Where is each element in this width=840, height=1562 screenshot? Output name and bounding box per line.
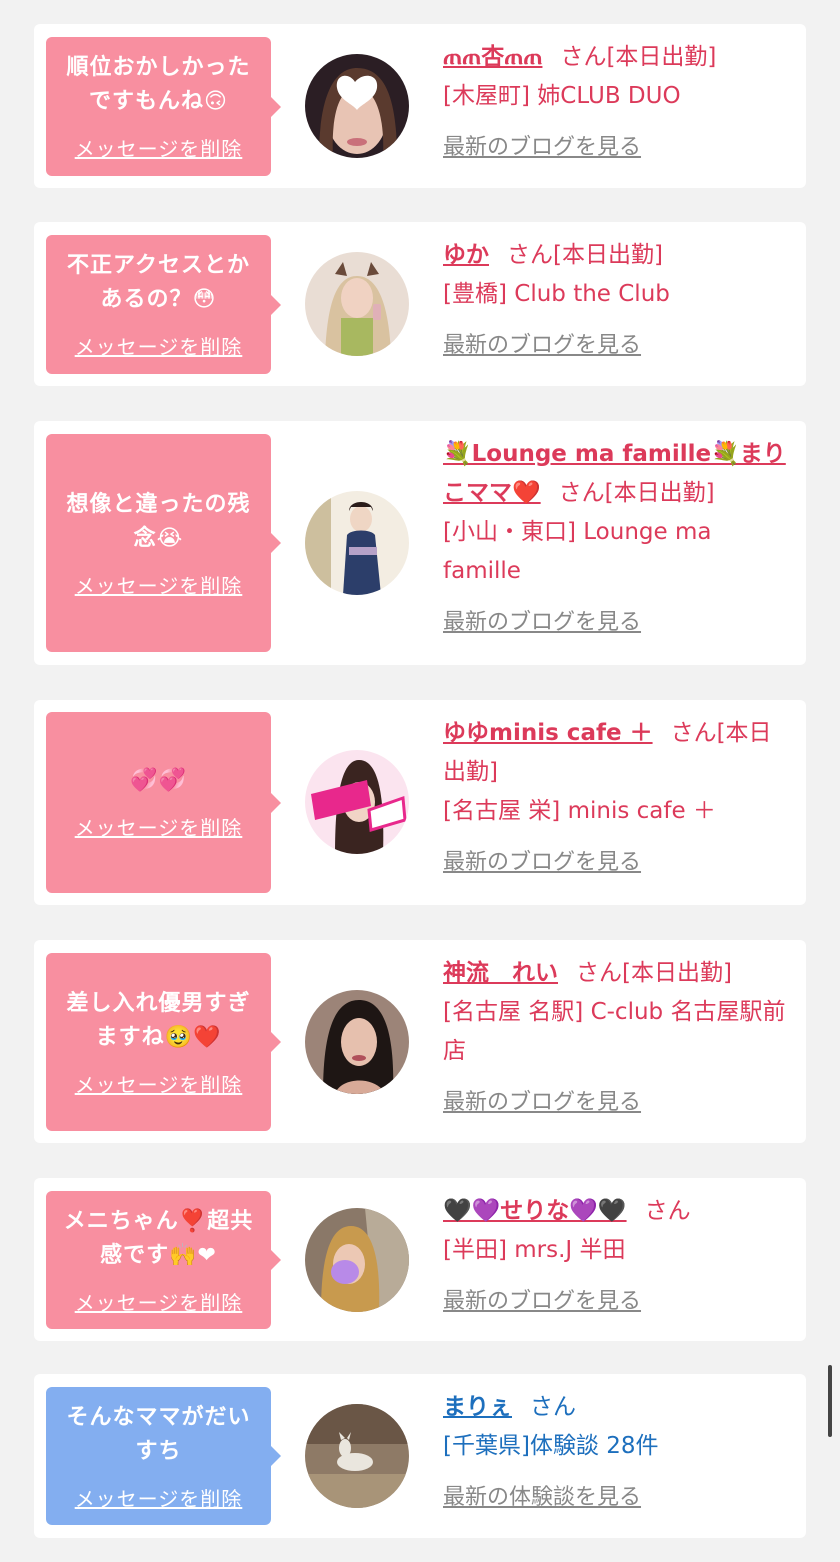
- message-card: メニちゃん❣️超共 感です🙌❤ メッセージを削除 🖤💜せりな💜🖤 さん [半田] …: [34, 1178, 806, 1341]
- delete-message-link[interactable]: メッセージを削除: [75, 1287, 243, 1316]
- message-card: 差し入れ優男すぎ ますね🥹❤️ メッセージを削除 神流 れい さん[本日出勤] […: [34, 940, 806, 1143]
- cast-status: さん[本日出勤]: [576, 960, 732, 986]
- cast-info: ጠጠ杏ጠጠ さん[本日出勤] [木屋町] 姉CLUB DUO 最新のブログを見る: [443, 38, 788, 167]
- message-text: 差し入れ優男すぎ ますね🥹❤️: [66, 990, 251, 1050]
- delete-message-link[interactable]: メッセージを削除: [75, 331, 243, 360]
- message-text: そんなママがだい すち: [66, 1404, 251, 1464]
- cast-info: 🖤💜せりな💜🖤 さん [半田] mrs.J 半田 最新のブログを見る: [443, 1192, 788, 1321]
- reviewer-name-link[interactable]: まりぇ: [443, 1394, 512, 1420]
- avatar[interactable]: [305, 1208, 409, 1312]
- latest-review-link[interactable]: 最新の体験談を見る: [443, 1478, 641, 1517]
- cast-info: まりぇ さん [千葉県]体験談 28件 最新の体験談を見る: [443, 1388, 788, 1517]
- cast-name-link[interactable]: ゆゆminis cafe ＋: [443, 720, 653, 746]
- shop-name: [半田] mrs.J 半田: [443, 1237, 626, 1263]
- cast-name-link[interactable]: ゆか: [443, 242, 489, 268]
- latest-blog-link[interactable]: 最新のブログを見る: [443, 1282, 641, 1321]
- avatar[interactable]: [305, 54, 409, 158]
- message-text: 不正アクセスとか あるの？😳: [67, 253, 250, 312]
- latest-blog-link[interactable]: 最新のブログを見る: [443, 326, 641, 365]
- avatar[interactable]: [305, 491, 409, 595]
- message-bubble: そんなママがだい すち メッセージを削除: [46, 1387, 281, 1525]
- avatar[interactable]: [305, 252, 409, 356]
- delete-message-link[interactable]: メッセージを削除: [75, 133, 243, 162]
- cast-info: 神流 れい さん[本日出勤] [名古屋 名駅] C-club 名古屋駅前店 最新の…: [443, 954, 788, 1122]
- message-text: 💞💞: [130, 768, 187, 793]
- cast-info: ゆゆminis cafe ＋さん[本日出勤] [名古屋 栄] minis caf…: [443, 714, 788, 882]
- latest-blog-link[interactable]: 最新のブログを見る: [443, 1083, 641, 1122]
- delete-message-link[interactable]: メッセージを削除: [75, 570, 243, 599]
- avatar[interactable]: [305, 1404, 409, 1508]
- message-card: 想像と違ったの残 念😭 メッセージを削除 💐Lounge ma famille💐…: [34, 421, 806, 665]
- message-bubble: 💞💞 メッセージを削除: [46, 712, 281, 893]
- cast-status: さん[本日出勤]: [558, 480, 715, 506]
- cast-info: ゆか さん[本日出勤] [豊橋] Club the Club 最新のブログを見る: [443, 236, 788, 365]
- cast-name-link[interactable]: 🖤💜せりな💜🖤: [443, 1198, 627, 1224]
- shop-name: [名古屋 栄] minis cafe ＋: [443, 798, 716, 824]
- message-text: 想像と違ったの残 念😭: [66, 491, 251, 551]
- avatar[interactable]: [305, 990, 409, 1094]
- message-card: そんなママがだい すち メッセージを削除 まりぇ さん [千葉県]体験談 28件 …: [34, 1374, 806, 1538]
- delete-message-link[interactable]: メッセージを削除: [75, 1069, 243, 1098]
- message-bubble: 差し入れ優男すぎ ますね🥹❤️ メッセージを削除: [46, 953, 281, 1131]
- reviewer-suffix: さん: [530, 1394, 576, 1420]
- cast-name-link[interactable]: 神流 れい: [443, 960, 558, 986]
- scrollbar[interactable]: [828, 1365, 832, 1437]
- message-bubble: 想像と違ったの残 念😭 メッセージを削除: [46, 434, 281, 652]
- shop-name: [名古屋 名駅] C-club 名古屋駅前店: [443, 999, 786, 1064]
- message-text: 順位おかしかった ですもんね🙃: [66, 55, 251, 114]
- latest-blog-link[interactable]: 最新のブログを見る: [443, 843, 641, 882]
- message-text: メニちゃん❣️超共 感です🙌❤: [63, 1208, 254, 1268]
- cast-status: さん[本日出勤]: [560, 44, 717, 70]
- avatar[interactable]: [305, 750, 409, 854]
- shop-name: [小山・東口] Lounge ma famille: [443, 519, 712, 584]
- message-bubble: 順位おかしかった ですもんね🙃 メッセージを削除: [46, 37, 281, 176]
- message-card: 💞💞 メッセージを削除 ゆゆminis cafe ＋さん[本日出勤] [名古屋 …: [34, 700, 806, 905]
- cast-info: 💐Lounge ma famille💐まりこママ❤️ さん[本日出勤] [小山・東…: [443, 435, 788, 642]
- cast-name-link[interactable]: ጠጠ杏ጠጠ: [443, 44, 542, 70]
- latest-blog-link[interactable]: 最新のブログを見る: [443, 603, 641, 642]
- cast-status: さん: [644, 1198, 691, 1224]
- message-card: 順位おかしかった ですもんね🙃 メッセージを削除 ጠጠ杏ጠጠ さん[本日出勤] […: [34, 24, 806, 188]
- review-count: [千葉県]体験談 28件: [443, 1433, 659, 1459]
- message-bubble: 不正アクセスとか あるの？😳 メッセージを削除: [46, 235, 281, 374]
- shop-name: [木屋町] 姉CLUB DUO: [443, 83, 681, 109]
- shop-name: [豊橋] Club the Club: [443, 281, 670, 307]
- cast-status: さん[本日出勤]: [507, 242, 663, 268]
- delete-message-link[interactable]: メッセージを削除: [75, 812, 243, 841]
- message-card: 不正アクセスとか あるの？😳 メッセージを削除 ゆか さん[本日出勤] [豊橋] …: [34, 222, 806, 386]
- delete-message-link[interactable]: メッセージを削除: [75, 1483, 243, 1512]
- latest-blog-link[interactable]: 最新のブログを見る: [443, 128, 641, 167]
- message-bubble: メニちゃん❣️超共 感です🙌❤ メッセージを削除: [46, 1191, 281, 1329]
